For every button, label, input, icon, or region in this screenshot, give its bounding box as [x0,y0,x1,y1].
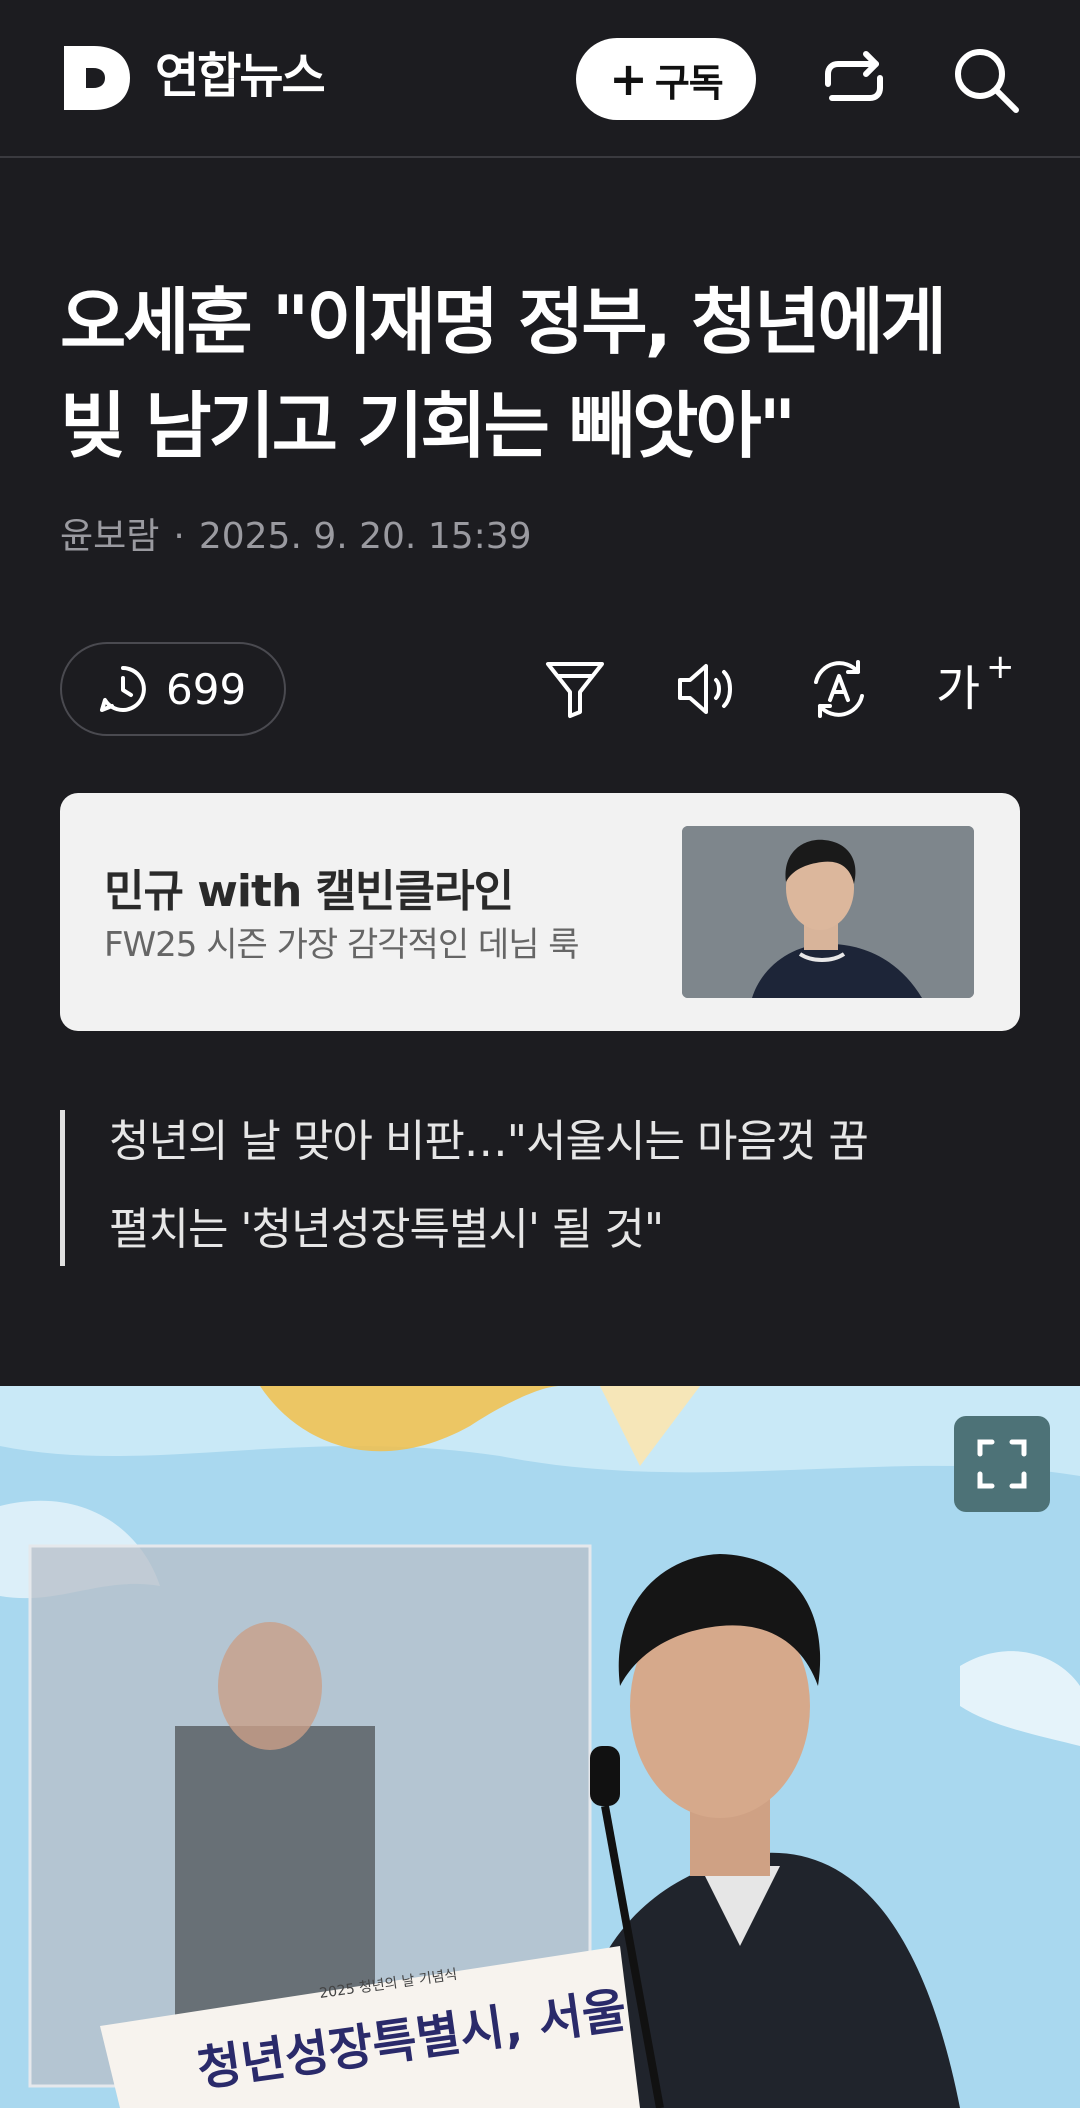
ad-image [682,826,974,998]
comment-button[interactable]: 699 [60,642,286,736]
subscribe-button[interactable]: + 구독 [576,38,756,120]
speaker-icon[interactable] [674,656,740,722]
article-photo[interactable]: 2025 청년의 날 기념식 청년성장특별시, 서울 [0,1386,1080,2108]
comment-count: 699 [166,664,247,714]
article-meta: 윤보람 · 2025. 9. 20. 15:39 [60,515,532,559]
search-icon[interactable] [950,44,1022,116]
separator-dot: · [173,516,185,557]
subscribe-label: 구독 [654,60,724,105]
expand-button[interactable] [954,1416,1050,1512]
title-line-1: 오세훈 "이재명 정부, 청년에게 [60,280,947,364]
comment-icon [100,666,146,712]
top-bar: 연합뉴스 + 구독 [0,0,1080,158]
publish-datetime: 2025. 9. 20. 15:39 [198,516,532,557]
article-title: 오세훈 "이재명 정부, 청년에게 빚 남기고 기회는 빼앗아" [60,270,1020,478]
summary-line-1: 청년의 날 맞아 비판…"서울시는 마음껏 꿈 [109,1116,869,1167]
ad-banner[interactable]: 민규 with 캘빈클라인 FW25 시즌 가장 감각적인 데님 룩 [60,793,1020,1031]
ad-description: FW25 시즌 가장 감각적인 데님 룩 [104,925,580,965]
press-name[interactable]: 연합뉴스 [155,46,326,106]
share-icon[interactable] [818,44,890,116]
font-size-icon[interactable]: 가 + [936,647,1015,722]
fullscreen-icon [977,1439,1027,1489]
filter-icon[interactable] [542,656,608,722]
summary-line-2: 펼치는 '청년성장특별시' 될 것" [109,1204,664,1255]
article-summary: 청년의 날 맞아 비판…"서울시는 마음껏 꿈 펼치는 '청년성장특별시' 될 … [60,1110,1020,1266]
logo-d-icon[interactable] [60,42,132,114]
ad-title: 민규 with 캘빈클라인 [104,866,514,917]
plus-icon: + [609,52,648,106]
translate-icon[interactable] [806,656,872,722]
plus-icon: + [986,647,1015,687]
font-size-glyph: 가 [936,661,981,717]
author-name[interactable]: 윤보람 [60,516,159,557]
title-line-2: 빚 남기고 기회는 빼앗아" [60,384,796,468]
